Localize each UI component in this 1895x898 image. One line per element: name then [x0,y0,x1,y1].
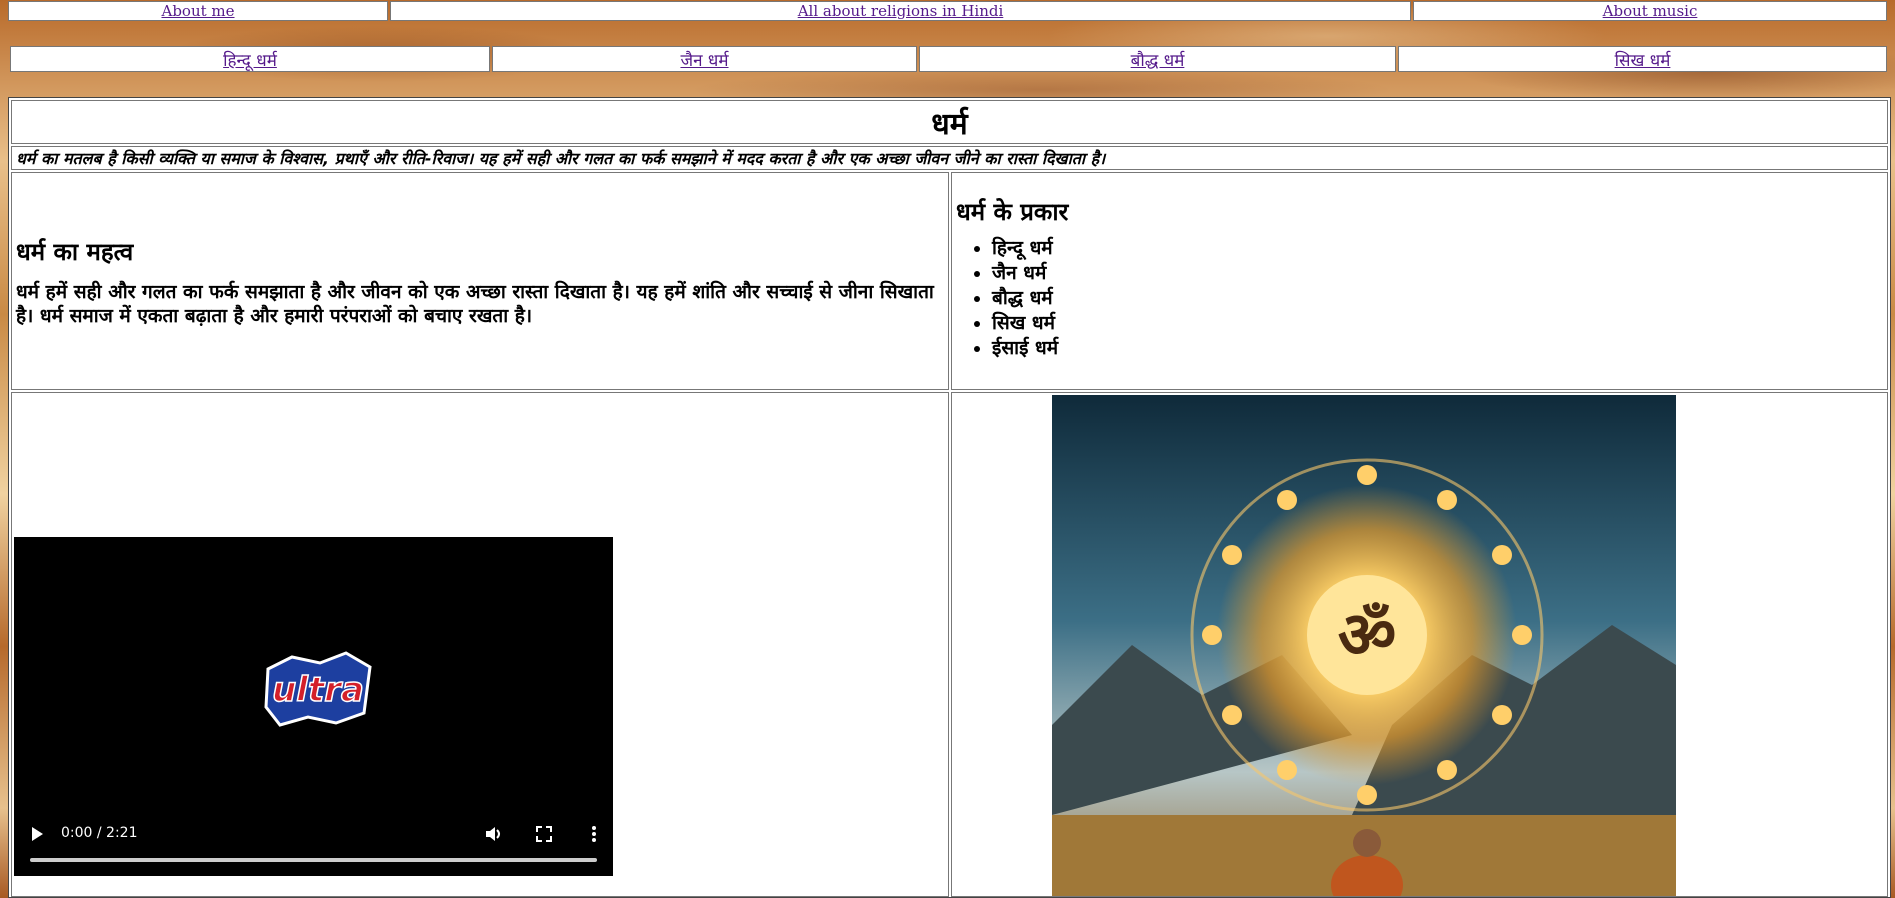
nav-cell-about-me: About me [8,1,388,21]
om-symbol: ॐ [1338,599,1396,673]
religion-nav-cell: जैन धर्म [492,46,917,72]
importance-text: धर्म हमें सही और गलत का फर्क समझाता है औ… [16,280,934,327]
religion-nav-cell: हिन्दू धर्म [10,46,490,72]
hindu-dharma-link[interactable]: हिन्दू धर्म [223,48,277,71]
religion-symbols-image: ॐ [1052,395,1676,896]
types-heading: धर्म के प्रकार [956,198,1069,226]
nav-cell-religions: All about religions in Hindi [390,1,1411,21]
fullscreen-icon[interactable] [534,824,554,844]
list-item: ईसाई धर्म [992,336,1883,361]
list-item: जैन धर्म [992,261,1883,286]
play-icon[interactable] [32,827,43,841]
religion-nav-cell: सिख धर्म [1398,46,1887,72]
image-cell: ॐ [951,392,1888,897]
video-controls: 0:00 / 2:21 [14,816,613,876]
video-player[interactable]: ultra 0:00 / 2:21 [14,537,613,876]
video-logo-text: ultra [272,670,364,710]
video-time: 0:00 / 2:21 [61,825,138,841]
intro-text: धर्म का मतलब है किसी व्यक्ति या समाज के … [16,149,1106,168]
types-list: हिन्दू धर्म जैन धर्म बौद्ध धर्म सिख धर्म… [956,236,1883,361]
intro-cell: धर्म का मतलब है किसी व्यक्ति या समाज के … [11,146,1888,170]
list-item: सिख धर्म [992,311,1883,336]
religion-navigation: हिन्दू धर्म जैन धर्म बौद्ध धर्म सिख धर्म [8,45,1887,73]
bauddh-dharma-link[interactable]: बौद्ध धर्म [1131,48,1185,71]
top-navigation: About me All about religions in Hindi Ab… [8,0,1887,22]
importance-heading: धर्म का महत्व [16,237,134,266]
video-cell: ultra 0:00 / 2:21 [11,392,949,897]
list-item: बौद्ध धर्म [992,286,1883,311]
about-music-link[interactable]: About music [1603,2,1698,20]
list-item: हिन्दू धर्म [992,236,1883,261]
page-title: धर्म [931,106,968,142]
video-progress-bar[interactable] [30,858,597,862]
title-cell: धर्म [11,100,1888,144]
about-me-link[interactable]: About me [161,2,234,20]
video-logo: ultra [264,651,372,727]
jain-dharma-link[interactable]: जैन धर्म [680,48,728,71]
importance-cell: धर्म का महत्व धर्म हमें सही और गलत का फर… [11,172,949,390]
volume-icon[interactable] [484,824,504,844]
sikh-dharma-link[interactable]: सिख धर्म [1615,48,1671,71]
main-table: धर्म धर्म का मतलब है किसी व्यक्ति या समा… [8,97,1891,898]
religion-nav-cell: बौद्ध धर्म [919,46,1396,72]
types-cell: धर्म के प्रकार हिन्दू धर्म जैन धर्म बौद्… [951,172,1888,390]
religions-hindi-link[interactable]: All about religions in Hindi [798,2,1004,20]
nav-cell-about-music: About music [1413,1,1887,21]
more-options-icon[interactable] [584,824,604,844]
